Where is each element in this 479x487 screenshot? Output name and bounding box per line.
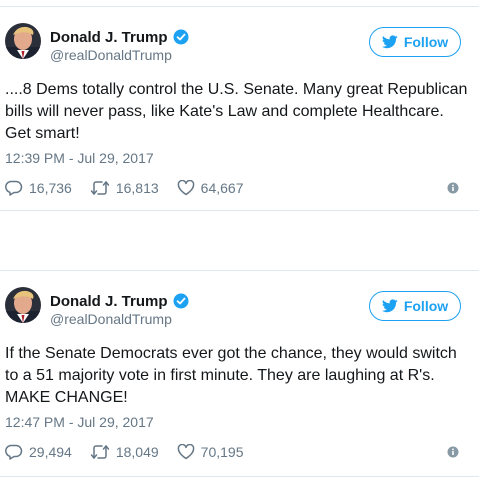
retweet-button[interactable]: 16,813 xyxy=(90,180,159,196)
tweet-timestamp[interactable]: 12:47 PM - Jul 29, 2017 xyxy=(5,414,154,430)
retweet-icon xyxy=(90,444,110,460)
reply-count: 16,736 xyxy=(29,180,72,196)
tweet-timestamp[interactable]: 12:39 PM - Jul 29, 2017 xyxy=(5,150,154,166)
avatar[interactable] xyxy=(5,23,41,59)
like-count: 70,195 xyxy=(200,444,244,460)
follow-label: Follow xyxy=(403,34,449,50)
display-name[interactable]: Donald J. Trump xyxy=(50,29,168,46)
twitter-bird-icon xyxy=(381,299,398,313)
tweet-card[interactable]: Donald J. Trump @realDonaldTrump Follow … xyxy=(0,270,479,477)
like-button[interactable]: 64,667 xyxy=(177,180,244,196)
display-name[interactable]: Donald J. Trump xyxy=(50,293,168,310)
avatar[interactable] xyxy=(5,287,41,323)
follow-label: Follow xyxy=(403,298,449,314)
twitter-bird-icon xyxy=(381,35,398,49)
retweet-count: 16,813 xyxy=(115,180,159,196)
user-handle[interactable]: @realDonaldTrump xyxy=(50,311,172,327)
reply-count: 29,494 xyxy=(29,444,72,460)
verified-badge-icon xyxy=(173,293,189,309)
like-button[interactable]: 70,195 xyxy=(177,444,244,460)
retweet-button[interactable]: 18,049 xyxy=(90,444,159,460)
info-icon[interactable] xyxy=(447,182,459,194)
user-handle[interactable]: @realDonaldTrump xyxy=(50,47,172,63)
follow-button[interactable]: Follow xyxy=(369,27,461,57)
retweet-count: 18,049 xyxy=(115,444,159,460)
tweet-text: If the Senate Democrats ever got the cha… xyxy=(5,345,457,406)
reply-button[interactable]: 29,494 xyxy=(5,444,72,460)
verified-badge-icon xyxy=(173,29,189,45)
follow-button[interactable]: Follow xyxy=(369,291,461,321)
reply-button[interactable]: 16,736 xyxy=(5,180,72,196)
reply-icon xyxy=(5,444,23,460)
retweet-icon xyxy=(90,180,110,196)
info-icon[interactable] xyxy=(447,446,459,458)
like-icon xyxy=(177,180,195,196)
tweet-text: ....8 Dems totally control the U.S. Sena… xyxy=(5,81,468,142)
like-count: 64,667 xyxy=(200,180,244,196)
reply-icon xyxy=(5,180,23,196)
tweet-card[interactable]: Donald J. Trump @realDonaldTrump Follow … xyxy=(0,6,479,211)
tweet-actions: 29,494 18,049 70,195 xyxy=(5,442,470,462)
like-icon xyxy=(177,444,195,460)
tweet-actions: 16,736 16,813 64,667 xyxy=(5,178,470,198)
